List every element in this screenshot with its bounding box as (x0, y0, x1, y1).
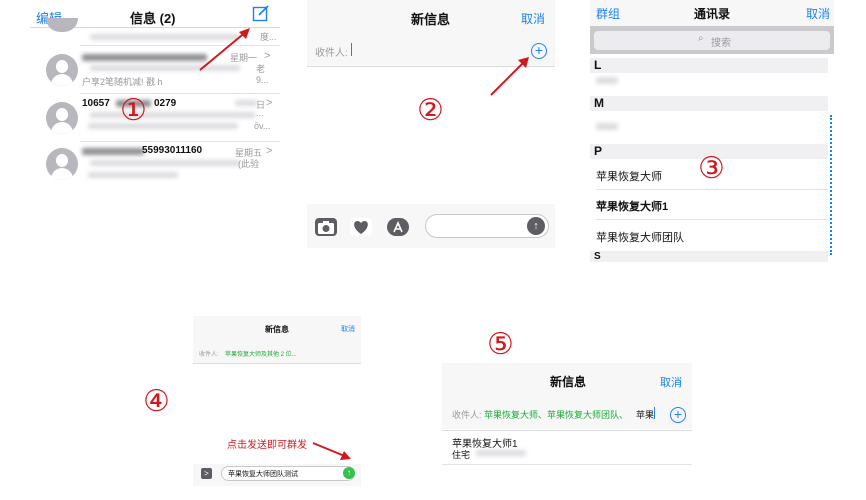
cancel-button[interactable]: 取消 (341, 324, 355, 334)
section-header-l: L (590, 58, 828, 73)
section-header-s: S (590, 251, 828, 262)
page-title: 新信息 (550, 375, 587, 389)
step-number-4: ④ (143, 384, 170, 419)
step-number-5: ⑤ (487, 327, 514, 362)
panel-contacts: 群组 通讯录 取消 ⌕ 搜索 L M P 苹果恢复大师 苹果恢复大师1 苹果恢复… (590, 0, 834, 262)
search-icon: ⌕ (698, 33, 704, 44)
page-title: 通讯录 (694, 7, 731, 21)
groups-button[interactable]: 群组 (596, 5, 620, 22)
search-placeholder: 搜索 (711, 38, 731, 49)
chevron-right-icon: > (266, 145, 273, 157)
contact-name: 苹果恢复大师团队 (596, 232, 684, 244)
step-number-3: ③ (698, 151, 725, 186)
message-tail-2: ōv... (254, 121, 271, 131)
message-tail: ... (256, 108, 264, 118)
avatar (46, 18, 78, 32)
arrow-annotation (199, 28, 250, 71)
cancel-button[interactable]: 取消 (806, 5, 830, 22)
arrow-annotation (490, 57, 529, 96)
alphabet-index[interactable] (830, 115, 834, 255)
add-contact-icon[interactable]: + (531, 43, 547, 59)
panel-add-recipients: 新信息 取消 收件人: 苹果恢复大师、苹果恢复大师团队、 苹果 + 苹果恢复大师… (442, 363, 692, 465)
suggestion-type: 住宅 (452, 450, 471, 460)
message-row[interactable]: 10657 0279 日 > ... ōv... (30, 94, 280, 140)
expand-icon[interactable]: > (201, 468, 212, 479)
cancel-button[interactable]: 取消 (521, 10, 545, 27)
compose-icon[interactable] (252, 4, 270, 22)
search-input[interactable]: ⌕ 搜索 (594, 31, 830, 50)
recipient-label: 收件人: (199, 352, 219, 358)
chevron-right-icon: > (266, 97, 273, 109)
suggestion-row[interactable]: 苹果恢复大师1 住宅 (442, 431, 692, 465)
step-number-1: ① (120, 93, 147, 128)
recipient-input[interactable] (351, 43, 352, 56)
message-tail: (此验 (238, 159, 259, 169)
message-preview: 户享2笔随机减! 戳 h (82, 77, 163, 87)
page-title: 信息 (2) (130, 11, 176, 26)
contact-row[interactable]: 苹果恢复大师1 (590, 190, 828, 219)
panel-group-send: 新信息 取消 收件人: 苹果恢复大师及其他 2 位... 点击发送即可群发 > … (193, 316, 361, 486)
add-contact-icon[interactable]: + (670, 407, 686, 423)
camera-icon[interactable] (315, 218, 337, 236)
message-tail-2: 9... (256, 75, 269, 85)
section-header-m: M (590, 96, 828, 111)
message-tail: 老 (256, 64, 266, 74)
step-number-2: ② (417, 93, 444, 128)
page-title: 新信息 (411, 12, 451, 27)
message-input[interactable]: 苹果恢复大师团队测试 (221, 466, 355, 481)
message-text: 苹果恢复大师团队测试 (228, 471, 298, 478)
avatar (46, 102, 78, 134)
send-button[interactable]: ↑ (527, 217, 545, 235)
arrow-annotation (312, 442, 351, 460)
avatar (46, 54, 78, 86)
app-store-icon[interactable] (387, 218, 409, 236)
digital-touch-icon[interactable] (350, 218, 372, 236)
recipient-label: 收件人: (315, 48, 348, 59)
contact-name: 苹果恢复大师 (596, 171, 662, 183)
message-sender: 10657 (82, 98, 110, 109)
chevron-right-icon: > (264, 50, 271, 62)
message-row[interactable]: 55993011160 星期五 > (此验 (30, 142, 280, 185)
send-button[interactable]: ↑ (343, 467, 355, 479)
text-cursor (654, 407, 655, 419)
avatar (46, 148, 78, 180)
recipient-list[interactable]: 苹果恢复大师及其他 2 位... (225, 349, 297, 358)
cancel-button[interactable]: 取消 (660, 374, 682, 390)
contact-name: 苹果恢复大师1 (596, 201, 669, 213)
page-title: 新信息 (265, 325, 289, 334)
message-sender-2: 0279 (154, 98, 177, 109)
recipient-list[interactable]: 苹果恢复大师、苹果恢复大师团队、 (484, 408, 628, 421)
contact-row[interactable]: 苹果恢复大师团队 (590, 220, 828, 249)
recipient-label: 收件人: (452, 410, 482, 420)
message-sender: 55993011160 (142, 145, 203, 156)
recipient-typing[interactable]: 苹果 (636, 408, 654, 421)
hint-text: 点击发送即可群发 (227, 440, 307, 451)
